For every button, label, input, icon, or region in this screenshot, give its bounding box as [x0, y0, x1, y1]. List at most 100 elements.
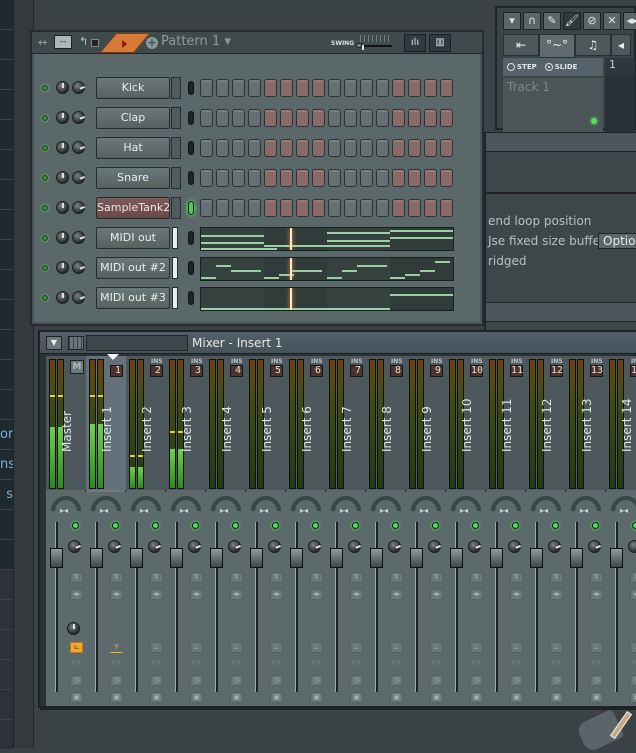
mixer-track-header[interactable]: M Master — [46, 356, 86, 490]
fx-label-icon[interactable]: FX — [70, 658, 83, 669]
browser-item[interactable] — [0, 60, 13, 90]
swap-channels-icon[interactable]: ◂▸ — [310, 589, 323, 600]
fader-handle[interactable] — [330, 548, 343, 568]
swap-channels-icon[interactable]: ◂▸ — [510, 589, 523, 600]
step-button[interactable] — [264, 199, 277, 217]
mixer-track[interactable]: INS 2 Insert 2 ▸◂ ⇕ ◂▸ ⊥ FX ◷ ▣ — [126, 356, 166, 706]
step-button[interactable] — [376, 169, 389, 187]
fx-label-icon[interactable]: FX — [550, 658, 563, 669]
channel-mute-led-icon[interactable] — [42, 85, 48, 91]
step-button[interactable] — [200, 169, 213, 187]
pencil-icon[interactable]: ✎ — [543, 12, 561, 30]
clock-icon[interactable]: ◷ — [270, 675, 283, 686]
channel-select-led-icon[interactable] — [188, 111, 194, 125]
swap-phase-icon[interactable]: ⇕ — [390, 572, 403, 583]
swap-phase-icon[interactable]: ⇕ — [310, 572, 323, 583]
fx-label-icon[interactable]: FX — [630, 658, 636, 669]
step-button[interactable] — [328, 109, 341, 127]
browser-item[interactable] — [0, 720, 13, 750]
track-enable-led-icon[interactable] — [352, 522, 359, 529]
keyboard-icon[interactable]: ▥ — [429, 34, 451, 52]
channel-target-button[interactable] — [171, 137, 181, 159]
route-icon[interactable]: ⊥ — [390, 642, 403, 653]
channel-name-button[interactable]: Hat — [96, 137, 170, 159]
send-knob[interactable] — [67, 622, 80, 635]
playlist-ruler[interactable]: 1 — [605, 58, 635, 76]
mixer-track-header[interactable]: INS 6 Insert 6 — [286, 356, 326, 490]
channel-select-led-icon[interactable] — [188, 261, 194, 275]
step-button[interactable] — [344, 109, 357, 127]
channel-target-button[interactable] — [171, 77, 181, 99]
step-radio[interactable]: STEP — [507, 63, 537, 71]
channel-mute-led-icon[interactable] — [42, 205, 48, 211]
step-button[interactable] — [328, 169, 341, 187]
clock-icon[interactable]: ◷ — [590, 675, 603, 686]
fx-label-icon[interactable]: FX — [590, 658, 603, 669]
swap-phase-icon[interactable]: ⇕ — [270, 572, 283, 583]
step-button[interactable] — [264, 109, 277, 127]
step-button[interactable] — [424, 109, 437, 127]
browser-item[interactable]: on — [0, 420, 13, 450]
group-toggle[interactable]: -- — [54, 35, 72, 49]
step-button[interactable] — [408, 79, 421, 97]
swap-phase-icon[interactable]: ⇕ — [430, 572, 443, 583]
magnet-icon[interactable]: ∩ — [523, 12, 541, 30]
browser-item[interactable] — [0, 240, 13, 270]
mixer-track-header[interactable]: INS 7 Insert 7 — [326, 356, 366, 490]
swap-channels-icon[interactable]: ◂▸ — [470, 589, 483, 600]
channel-mute-led-icon[interactable] — [42, 235, 48, 241]
mixer-track-header[interactable]: INS 9 Insert 9 — [406, 356, 446, 490]
step-button[interactable] — [296, 139, 309, 157]
channel-name-button[interactable]: MIDI out — [96, 227, 170, 249]
end-loop-option[interactable]: end loop position — [488, 214, 591, 228]
channel-pan-knob[interactable] — [72, 231, 85, 244]
clock-icon[interactable]: ◷ — [350, 675, 363, 686]
step-button[interactable] — [392, 79, 405, 97]
save-disk-icon[interactable]: ▣ — [510, 692, 523, 703]
route-icon[interactable]: ⊥ — [550, 642, 563, 653]
channel-volume-knob[interactable] — [56, 291, 69, 304]
mixer-track-header[interactable]: INS14Insert 14 — [606, 356, 636, 490]
channel-target-button[interactable] — [172, 227, 178, 249]
channel-name-button[interactable]: MIDI out #2 — [96, 257, 170, 279]
swap-channels-icon[interactable]: ◂▸ — [630, 589, 636, 600]
channel-mute-led-icon[interactable] — [42, 265, 48, 271]
browser-item[interactable] — [0, 510, 13, 540]
swap-phase-icon[interactable]: ⇕ — [470, 572, 483, 583]
swap-phase-icon[interactable]: ⇕ — [350, 572, 363, 583]
browser-item[interactable] — [0, 300, 13, 330]
step-button[interactable] — [312, 109, 325, 127]
browser-item[interactable] — [0, 180, 13, 210]
swap-channels-icon[interactable]: ◂▸ — [430, 589, 443, 600]
step-button[interactable] — [344, 169, 357, 187]
browser-item[interactable]: ns — [0, 450, 13, 480]
channel-volume-knob[interactable] — [56, 261, 69, 274]
step-button[interactable] — [376, 109, 389, 127]
channel-mute-led-icon[interactable] — [42, 295, 48, 301]
clock-icon[interactable]: ◷ — [630, 675, 636, 686]
step-button[interactable] — [280, 169, 293, 187]
pattern-tab-icon[interactable]: ⇤ — [503, 34, 539, 56]
swap-channels-icon[interactable]: ◂▸ — [150, 589, 163, 600]
brush-icon[interactable]: 🖌 — [563, 12, 581, 30]
route-icon[interactable]: ⊥ — [630, 642, 636, 653]
step-button[interactable] — [312, 79, 325, 97]
step-button[interactable] — [440, 169, 453, 187]
save-disk-icon[interactable]: ▣ — [310, 692, 323, 703]
mixer-track[interactable]: INS 13 Insert 13 ▸◂ ⇕ ◂▸ ⊥ FX ◷ ▣ — [566, 356, 606, 706]
fader-handle[interactable] — [370, 548, 383, 568]
pan-knob[interactable] — [588, 540, 601, 553]
slide-radio[interactable]: SLIDE — [544, 63, 577, 71]
clock-icon[interactable]: ◷ — [550, 675, 563, 686]
step-button[interactable] — [392, 199, 405, 217]
pan-knob[interactable] — [68, 540, 81, 553]
save-disk-icon[interactable]: ▣ — [630, 692, 636, 703]
browser-item[interactable] — [0, 150, 13, 180]
clock-icon[interactable]: ◷ — [390, 675, 403, 686]
step-button[interactable] — [200, 79, 213, 97]
channel-select-led-icon[interactable] — [188, 171, 194, 185]
browser-item[interactable] — [0, 390, 13, 420]
play-pattern-icon[interactable] — [99, 33, 151, 53]
save-disk-icon[interactable]: ▣ — [190, 692, 203, 703]
browser-item[interactable] — [0, 30, 13, 60]
